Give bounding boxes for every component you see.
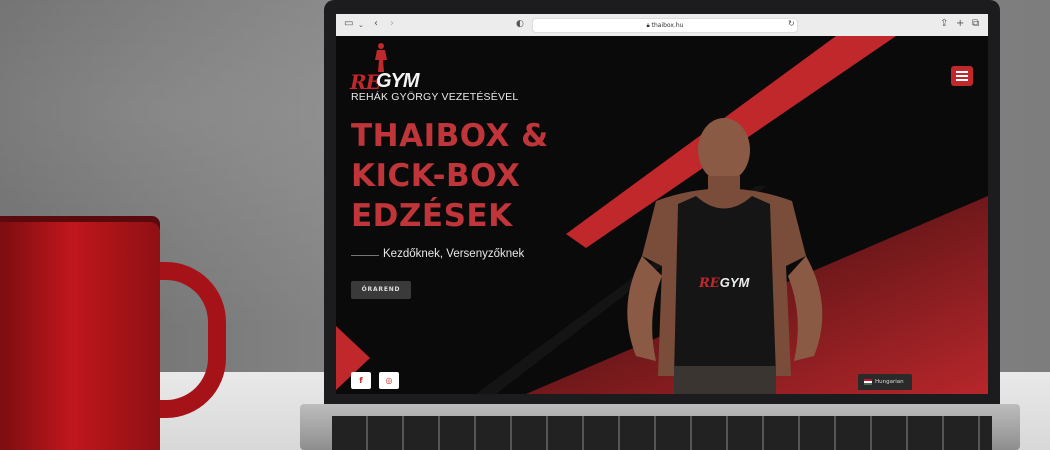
- browser-toolbar: ▭ ⌄ ‹ › ◐ 🔒︎ thaibox.hu ↻ ⇪ + ⧉: [336, 14, 988, 37]
- headline-line-1: THAIBOX &: [351, 118, 549, 154]
- menu-bar-icon: [956, 71, 968, 73]
- hamburger-menu-button[interactable]: [951, 66, 973, 86]
- hungarian-flag-icon: [864, 379, 872, 385]
- website-hero: REGYM RE GYM REHÁK GYÖRGY VEZETÉSÉVEL TH…: [336, 36, 988, 394]
- sidebar-toggle-icon[interactable]: ▭: [344, 18, 353, 30]
- schedule-button[interactable]: ÓRAREND: [351, 281, 411, 299]
- instagram-icon: ◎: [385, 376, 393, 385]
- trainer-photo: [627, 118, 823, 394]
- share-icon[interactable]: ⇪: [940, 18, 948, 30]
- menu-bar-icon: [956, 79, 968, 81]
- facebook-icon: f: [359, 376, 363, 385]
- facebook-button[interactable]: f: [351, 372, 371, 389]
- headline-line-3: EDZÉSEK: [351, 198, 513, 234]
- chevron-down-icon[interactable]: ⌄: [358, 19, 364, 31]
- back-icon[interactable]: ‹: [374, 18, 378, 30]
- menu-bar-icon: [956, 75, 968, 77]
- shield-icon[interactable]: ◐: [516, 18, 524, 30]
- hero-headline: THAIBOX & KICK-BOX EDZÉSEK: [351, 116, 549, 236]
- logo-gym-text: GYM: [376, 70, 420, 92]
- instagram-button[interactable]: ◎: [379, 372, 399, 389]
- language-switcher[interactable]: Hungarian: [858, 374, 912, 390]
- language-label: Hungarian: [875, 379, 904, 385]
- red-mug: [0, 222, 160, 450]
- laptop-screen: ▭ ⌄ ‹ › ◐ 🔒︎ thaibox.hu ↻ ⇪ + ⧉ REGYM RE…: [336, 14, 988, 394]
- forward-icon[interactable]: ›: [390, 18, 394, 30]
- reload-icon[interactable]: ↻: [788, 18, 795, 30]
- headline-line-2: KICK-BOX: [351, 158, 521, 194]
- laptop-keyboard: [332, 416, 992, 450]
- url-text: thaibox.hu: [651, 22, 684, 29]
- tabs-overview-icon[interactable]: ⧉: [972, 18, 979, 30]
- tagline-divider: [351, 255, 379, 256]
- new-tab-icon[interactable]: +: [956, 18, 964, 30]
- lock-icon: 🔒︎: [646, 22, 650, 29]
- address-bar[interactable]: 🔒︎ thaibox.hu: [532, 18, 798, 33]
- hero-subtitle: REHÁK GYÖRGY VEZETÉSÉVEL: [351, 91, 519, 103]
- hero-tagline: Kezdőknek, Versenyzőknek: [383, 248, 525, 260]
- shirt-logo: REGYM: [699, 275, 750, 291]
